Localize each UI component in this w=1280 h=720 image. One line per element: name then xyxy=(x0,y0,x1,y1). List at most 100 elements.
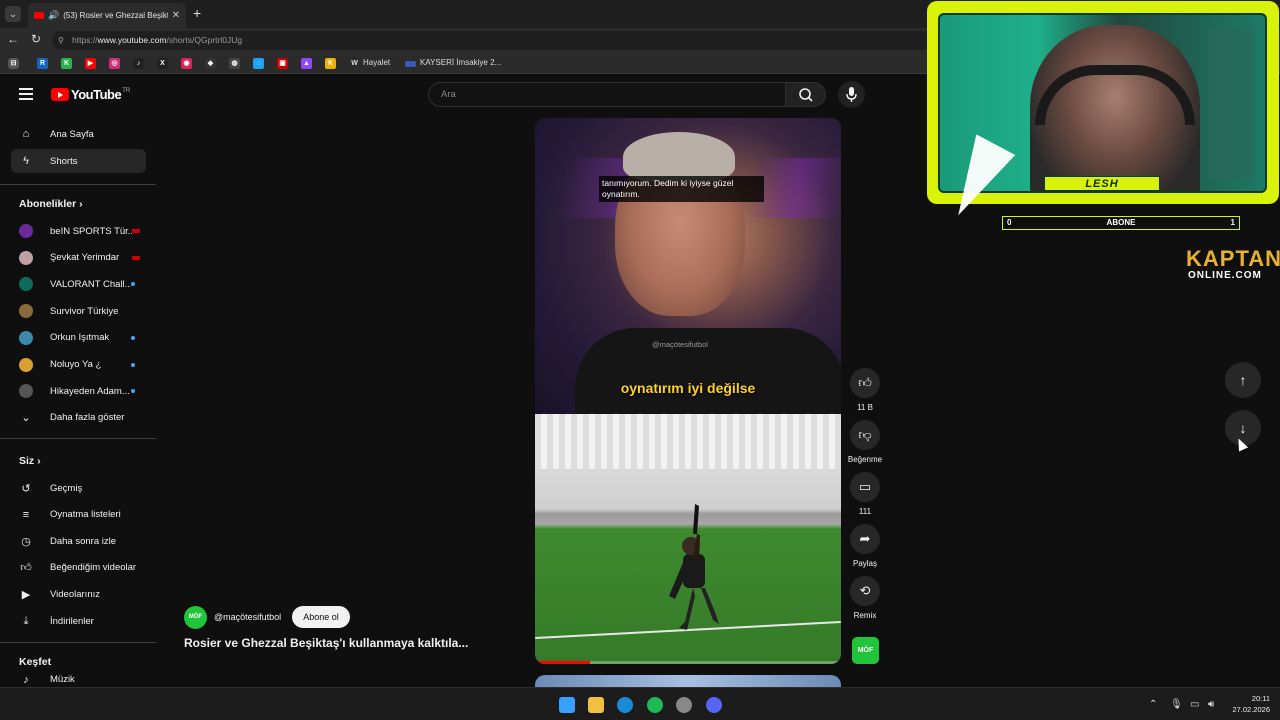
channel-avatar xyxy=(19,330,33,345)
hamburger-menu-icon[interactable] xyxy=(19,88,33,103)
bookmark-controller-icon[interactable]: ⊟ xyxy=(8,58,19,69)
video-frame-interview: tanımıyorum. Dedim ki iyiyse güzel oynat… xyxy=(535,118,841,418)
audio-playing-icon[interactable]: 🔊 xyxy=(48,10,59,21)
channel-avatar xyxy=(19,384,33,399)
sidebar-item-label: Geçmiş xyxy=(50,482,83,494)
site-info-icon[interactable]: ⚲ xyxy=(58,31,64,50)
sidebar-item-playlists[interactable]: ≡ Oynatma listeleri xyxy=(11,503,146,527)
bookmark-icon[interactable]: R xyxy=(37,58,48,69)
sidebar-item-label: Shorts xyxy=(50,155,78,167)
tab-list-button[interactable]: ⌄ xyxy=(5,6,21,22)
edge-icon[interactable] xyxy=(617,697,633,713)
you-header[interactable]: Siz › xyxy=(19,455,41,467)
new-tab-button[interactable]: + xyxy=(193,5,201,21)
sidebar-item-watch-later[interactable]: ◷ Daha sonra izle xyxy=(11,529,146,553)
home-icon: ⌂ xyxy=(22,128,30,140)
volume-icon[interactable]: 🔊︎ xyxy=(1208,699,1214,710)
like-count: 11 B xyxy=(857,403,873,412)
video-progress-bar[interactable] xyxy=(535,661,841,664)
back-arrow-icon[interactable]: ← xyxy=(7,32,19,46)
bookmark-icon[interactable]: ▶ xyxy=(85,58,96,69)
network-icon[interactable]: ▭ xyxy=(1190,699,1199,710)
new-content-dot-icon xyxy=(131,335,135,340)
dislike-button[interactable]: 👎︎ Beğenme xyxy=(848,420,882,464)
close-tab-icon[interactable]: ✕ xyxy=(172,10,180,21)
subscription-item[interactable]: Noluyo Ya ¿ xyxy=(11,353,146,377)
microphone-icon xyxy=(846,87,857,102)
sidebar-item-downloads[interactable]: ⤓ İndirilenler xyxy=(11,609,146,633)
sidebar-item-history[interactable]: ↺ Geçmiş xyxy=(11,476,146,500)
bookmark-icon[interactable]: X xyxy=(157,58,168,69)
arrow-up-icon: ↑ xyxy=(1239,372,1247,388)
remix-button[interactable]: ⟲ Remix xyxy=(850,576,880,620)
bookmark-icon[interactable]: ◉ xyxy=(181,58,192,69)
chevron-right-icon: › xyxy=(37,455,41,467)
subscription-item[interactable]: Hikayeden Adam... xyxy=(11,379,146,403)
browser-tab-active[interactable]: 🔊 (53) Rosier ve Ghezzal Beşiktaş'ı kull… xyxy=(28,3,186,28)
next-short-preview[interactable] xyxy=(535,675,841,687)
bookmark-kayseri[interactable]: KAYSERİ İmsakiye 2... xyxy=(420,58,501,67)
subscriptions-header-label: Abonelikler xyxy=(19,198,77,210)
voice-search-button[interactable] xyxy=(838,81,865,108)
bookmark-icon[interactable]: K xyxy=(61,58,72,69)
wikipedia-icon[interactable]: W xyxy=(349,58,360,69)
subscribe-button[interactable]: Abone ol xyxy=(292,606,350,628)
subscription-label: Noluyo Ya ¿ xyxy=(50,359,102,370)
bookmark-icon[interactable]: ♪ xyxy=(133,58,144,69)
address-bar[interactable]: ⚲ https://www.youtube.com/shorts/QGprtrl0… xyxy=(52,31,932,50)
sidebar-item-label: Daha sonra izle xyxy=(50,535,117,547)
channel-handle[interactable]: @maçötesifutbol xyxy=(214,612,281,622)
search-input[interactable]: Ara xyxy=(428,82,786,107)
downloads-icon: ⤓ xyxy=(23,614,29,627)
steam-icon[interactable] xyxy=(676,697,692,713)
new-content-dot-icon xyxy=(131,389,135,394)
comments-button[interactable]: ▭ 111 xyxy=(850,472,880,516)
share-button[interactable]: ➦ Paylaş xyxy=(850,524,880,568)
sidebar-item-label: Ana Sayfa xyxy=(50,128,94,140)
sidebar-item-music[interactable]: ♪ Müzik xyxy=(11,674,146,687)
subscription-item[interactable]: VALORANT Chall... xyxy=(11,272,146,296)
remix-label: Remix xyxy=(853,611,877,620)
speaker-shirt xyxy=(575,328,841,418)
windows-start-icon[interactable] xyxy=(559,697,575,713)
bookmark-icon[interactable]: ◎ xyxy=(109,58,120,69)
sponsor-logo-sub: ONLINE.COM xyxy=(1188,270,1262,281)
subscription-label: Survivor Türkiye xyxy=(50,305,119,317)
subscription-label: Orkun Işıtmak xyxy=(50,332,110,344)
subscription-item[interactable]: Survivor Türkiye xyxy=(11,299,146,323)
previous-short-button[interactable]: ↑ xyxy=(1225,362,1261,398)
system-clock[interactable]: 20:11 27.02.2026 xyxy=(1226,693,1270,715)
channel-avatar[interactable]: MÖF xyxy=(184,606,207,629)
subscription-item[interactable]: Orkun Işıtmak xyxy=(11,326,146,350)
sidebar-item-liked[interactable]: 👍︎ Beğendiğim videolar xyxy=(11,556,146,580)
microphone-tray-icon[interactable]: 🎙︎ xyxy=(1170,699,1183,710)
subscription-item[interactable]: beIN SPORTS Tür... xyxy=(11,219,146,243)
kayseri-flag-icon[interactable] xyxy=(405,61,416,67)
subscriptions-header[interactable]: Abonelikler › xyxy=(19,198,83,210)
sidebar-item-shorts[interactable]: ϟ Shorts xyxy=(11,149,146,173)
file-explorer-icon[interactable] xyxy=(588,697,604,713)
bookmark-icon[interactable]: ▲ xyxy=(301,58,312,69)
search-button[interactable] xyxy=(786,82,826,107)
short-title[interactable]: Rosier ve Ghezzal Beşiktaş'ı kullanmaya … xyxy=(184,636,468,650)
bookmark-icon[interactable]: ◍ xyxy=(229,58,240,69)
bookmark-hayalet[interactable]: Hayalet xyxy=(363,58,390,67)
spotify-icon[interactable] xyxy=(647,697,663,713)
show-more-button[interactable]: ⌄ Daha fazla göster xyxy=(11,405,146,429)
like-button[interactable]: 👍︎ 11 B xyxy=(850,368,880,412)
channel-sound-thumbnail[interactable]: MÖF xyxy=(852,637,879,664)
discord-icon[interactable] xyxy=(706,697,722,713)
bookmark-icon[interactable]: ◌ xyxy=(253,58,264,69)
sidebar-item-your-videos[interactable]: ▶ Videolarınız xyxy=(11,582,146,606)
short-video-player[interactable]: tanımıyorum. Dedim ki iyiyse güzel oynat… xyxy=(535,118,841,664)
subscription-item[interactable]: Şevkat Yerimdar xyxy=(11,246,146,270)
reload-icon[interactable]: ↻ xyxy=(31,32,41,46)
stadium-seats xyxy=(535,414,841,469)
sidebar-item-home[interactable]: ⌂ Ana Sayfa xyxy=(11,122,146,146)
bookmark-icon[interactable]: ▣ xyxy=(277,58,288,69)
tray-overflow-chevron-icon[interactable]: ⌃ xyxy=(1149,699,1157,710)
youtube-logo[interactable]: YouTube TR xyxy=(51,87,130,102)
bookmark-icon[interactable]: K xyxy=(325,58,336,69)
bookmark-icon[interactable]: ◆ xyxy=(205,58,216,69)
youtube-favicon-icon xyxy=(34,12,44,19)
